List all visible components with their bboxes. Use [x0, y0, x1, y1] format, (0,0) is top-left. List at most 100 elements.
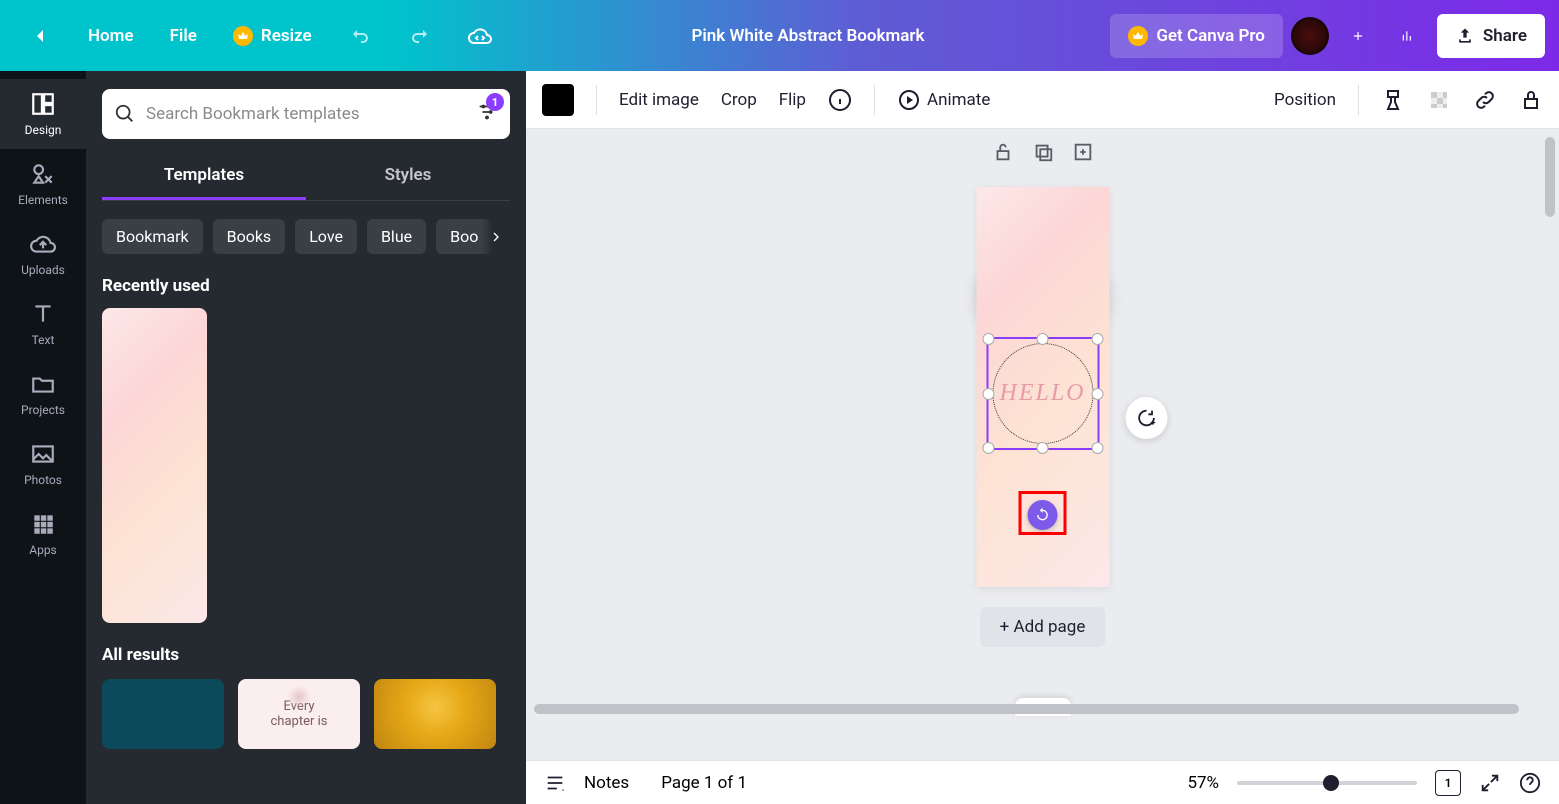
selection-box[interactable]: HELLO — [986, 337, 1099, 450]
resize-handle-bl[interactable] — [982, 442, 994, 454]
recent-template-thumb[interactable] — [102, 308, 207, 623]
info-icon[interactable] — [828, 88, 852, 112]
chip-love[interactable]: Love — [295, 219, 357, 254]
flip-button[interactable]: Flip — [779, 90, 806, 110]
help-icon[interactable] — [1519, 772, 1541, 794]
get-pro-button[interactable]: Get Canva Pro — [1110, 14, 1283, 58]
page-lock-icon[interactable] — [992, 141, 1014, 163]
filter-button[interactable]: 1 — [476, 101, 498, 127]
rail-elements[interactable]: Elements — [0, 149, 86, 219]
duplicate-page-icon[interactable] — [1032, 141, 1054, 163]
share-button[interactable]: Share — [1437, 14, 1545, 58]
rail-elements-label: Elements — [18, 193, 68, 207]
resize-handle-tr[interactable] — [1091, 333, 1103, 345]
analytics-button[interactable] — [1387, 15, 1429, 57]
avatar[interactable] — [1291, 17, 1329, 55]
canvas-stage[interactable]: HELLO + Add page — [526, 129, 1559, 760]
zoom-thumb[interactable] — [1323, 775, 1339, 791]
file-label: File — [170, 26, 197, 46]
home-label: Home — [88, 26, 134, 46]
chip-books[interactable]: Books — [213, 219, 286, 254]
chips-scroll-right[interactable] — [482, 219, 510, 254]
notes-label[interactable]: Notes — [584, 773, 629, 793]
bookmark-canvas[interactable]: HELLO — [976, 187, 1109, 587]
notes-icon[interactable] — [544, 772, 566, 794]
rail-design[interactable]: Design — [0, 79, 86, 149]
search-input[interactable] — [146, 104, 466, 124]
result-thumb-2[interactable]: Everychapter is — [238, 679, 360, 749]
resize-handle-rm[interactable] — [1091, 388, 1103, 400]
page-info: Page 1 of 1 — [661, 773, 747, 793]
animate-label: Animate — [927, 90, 990, 110]
rail-apps[interactable]: Apps — [0, 499, 86, 569]
search-icon — [114, 103, 136, 125]
resize-handle-tl[interactable] — [982, 333, 994, 345]
resize-handle-tm[interactable] — [1037, 333, 1049, 345]
link-icon[interactable] — [1473, 88, 1497, 112]
add-page-button[interactable]: + Add page — [980, 607, 1106, 647]
vscroll-thumb[interactable] — [1545, 137, 1555, 217]
search-box[interactable]: 1 — [102, 89, 510, 139]
separator — [874, 85, 875, 115]
all-results-heading: All results — [102, 645, 510, 665]
animate-button[interactable]: Animate — [897, 88, 990, 112]
rail-projects-label: Projects — [21, 403, 65, 417]
transparency-icon[interactable] — [1427, 88, 1451, 112]
rail-photos[interactable]: Photos — [0, 429, 86, 499]
cloud-sync-icon[interactable] — [454, 15, 506, 57]
position-button[interactable]: Position — [1274, 90, 1336, 110]
horizontal-scrollbar[interactable] — [534, 704, 1539, 714]
document-title[interactable]: Pink White Abstract Bookmark — [691, 26, 924, 46]
share-icon — [1455, 26, 1475, 46]
rail-photos-label: Photos — [24, 473, 62, 487]
fullscreen-icon[interactable] — [1479, 772, 1501, 794]
crop-button[interactable]: Crop — [721, 90, 757, 110]
share-label: Share — [1483, 26, 1527, 46]
filter-badge: 1 — [486, 93, 504, 111]
lock-icon[interactable] — [1519, 88, 1543, 112]
result-thumb-3[interactable] — [374, 679, 496, 749]
resize-button[interactable]: Resize — [219, 15, 326, 57]
crown-icon — [1128, 26, 1148, 46]
file-button[interactable]: File — [156, 15, 211, 57]
rail-apps-label: Apps — [29, 543, 57, 557]
zoom-slider[interactable] — [1237, 781, 1417, 785]
home-button[interactable]: Home — [74, 15, 148, 57]
crown-icon — [233, 26, 253, 46]
tab-templates[interactable]: Templates — [102, 153, 306, 200]
separator — [1358, 85, 1359, 115]
chip-bookmark[interactable]: Bookmark — [102, 219, 203, 254]
resize-label: Resize — [261, 26, 312, 46]
rail-text-label: Text — [32, 333, 55, 347]
result2-line1: Every — [283, 699, 314, 714]
page-count-badge[interactable]: 1 — [1435, 770, 1461, 796]
recently-used-heading: Recently used — [102, 276, 510, 296]
resize-handle-bm[interactable] — [1037, 442, 1049, 454]
edit-image-button[interactable]: Edit image — [619, 90, 699, 110]
ai-assist-button[interactable] — [1125, 397, 1167, 439]
zoom-value[interactable]: 57% — [1187, 773, 1219, 793]
rotate-handle[interactable] — [1028, 500, 1058, 530]
result2-line2: chapter is — [271, 714, 328, 729]
tab-styles[interactable]: Styles — [306, 153, 510, 200]
result-thumb-1[interactable] — [102, 679, 224, 749]
resize-handle-lm[interactable] — [982, 388, 994, 400]
chip-blue[interactable]: Blue — [367, 219, 426, 254]
copy-style-icon[interactable] — [1381, 88, 1405, 112]
rail-projects[interactable]: Projects — [0, 359, 86, 429]
add-member-button[interactable] — [1337, 15, 1379, 57]
get-pro-label: Get Canva Pro — [1156, 26, 1265, 46]
resize-handle-br[interactable] — [1091, 442, 1103, 454]
undo-button[interactable] — [334, 15, 386, 57]
rail-design-label: Design — [25, 123, 62, 137]
vertical-scrollbar[interactable] — [1543, 129, 1557, 760]
rail-text[interactable]: Text — [0, 289, 86, 359]
hscroll-thumb[interactable] — [534, 704, 1519, 714]
color-swatch[interactable] — [542, 84, 574, 116]
add-page-icon[interactable] — [1072, 141, 1094, 163]
rail-uploads[interactable]: Uploads — [0, 219, 86, 289]
redo-button[interactable] — [394, 15, 446, 57]
rail-uploads-label: Uploads — [21, 263, 65, 277]
back-button[interactable] — [14, 15, 66, 57]
wreath-element[interactable]: HELLO — [992, 343, 1093, 444]
